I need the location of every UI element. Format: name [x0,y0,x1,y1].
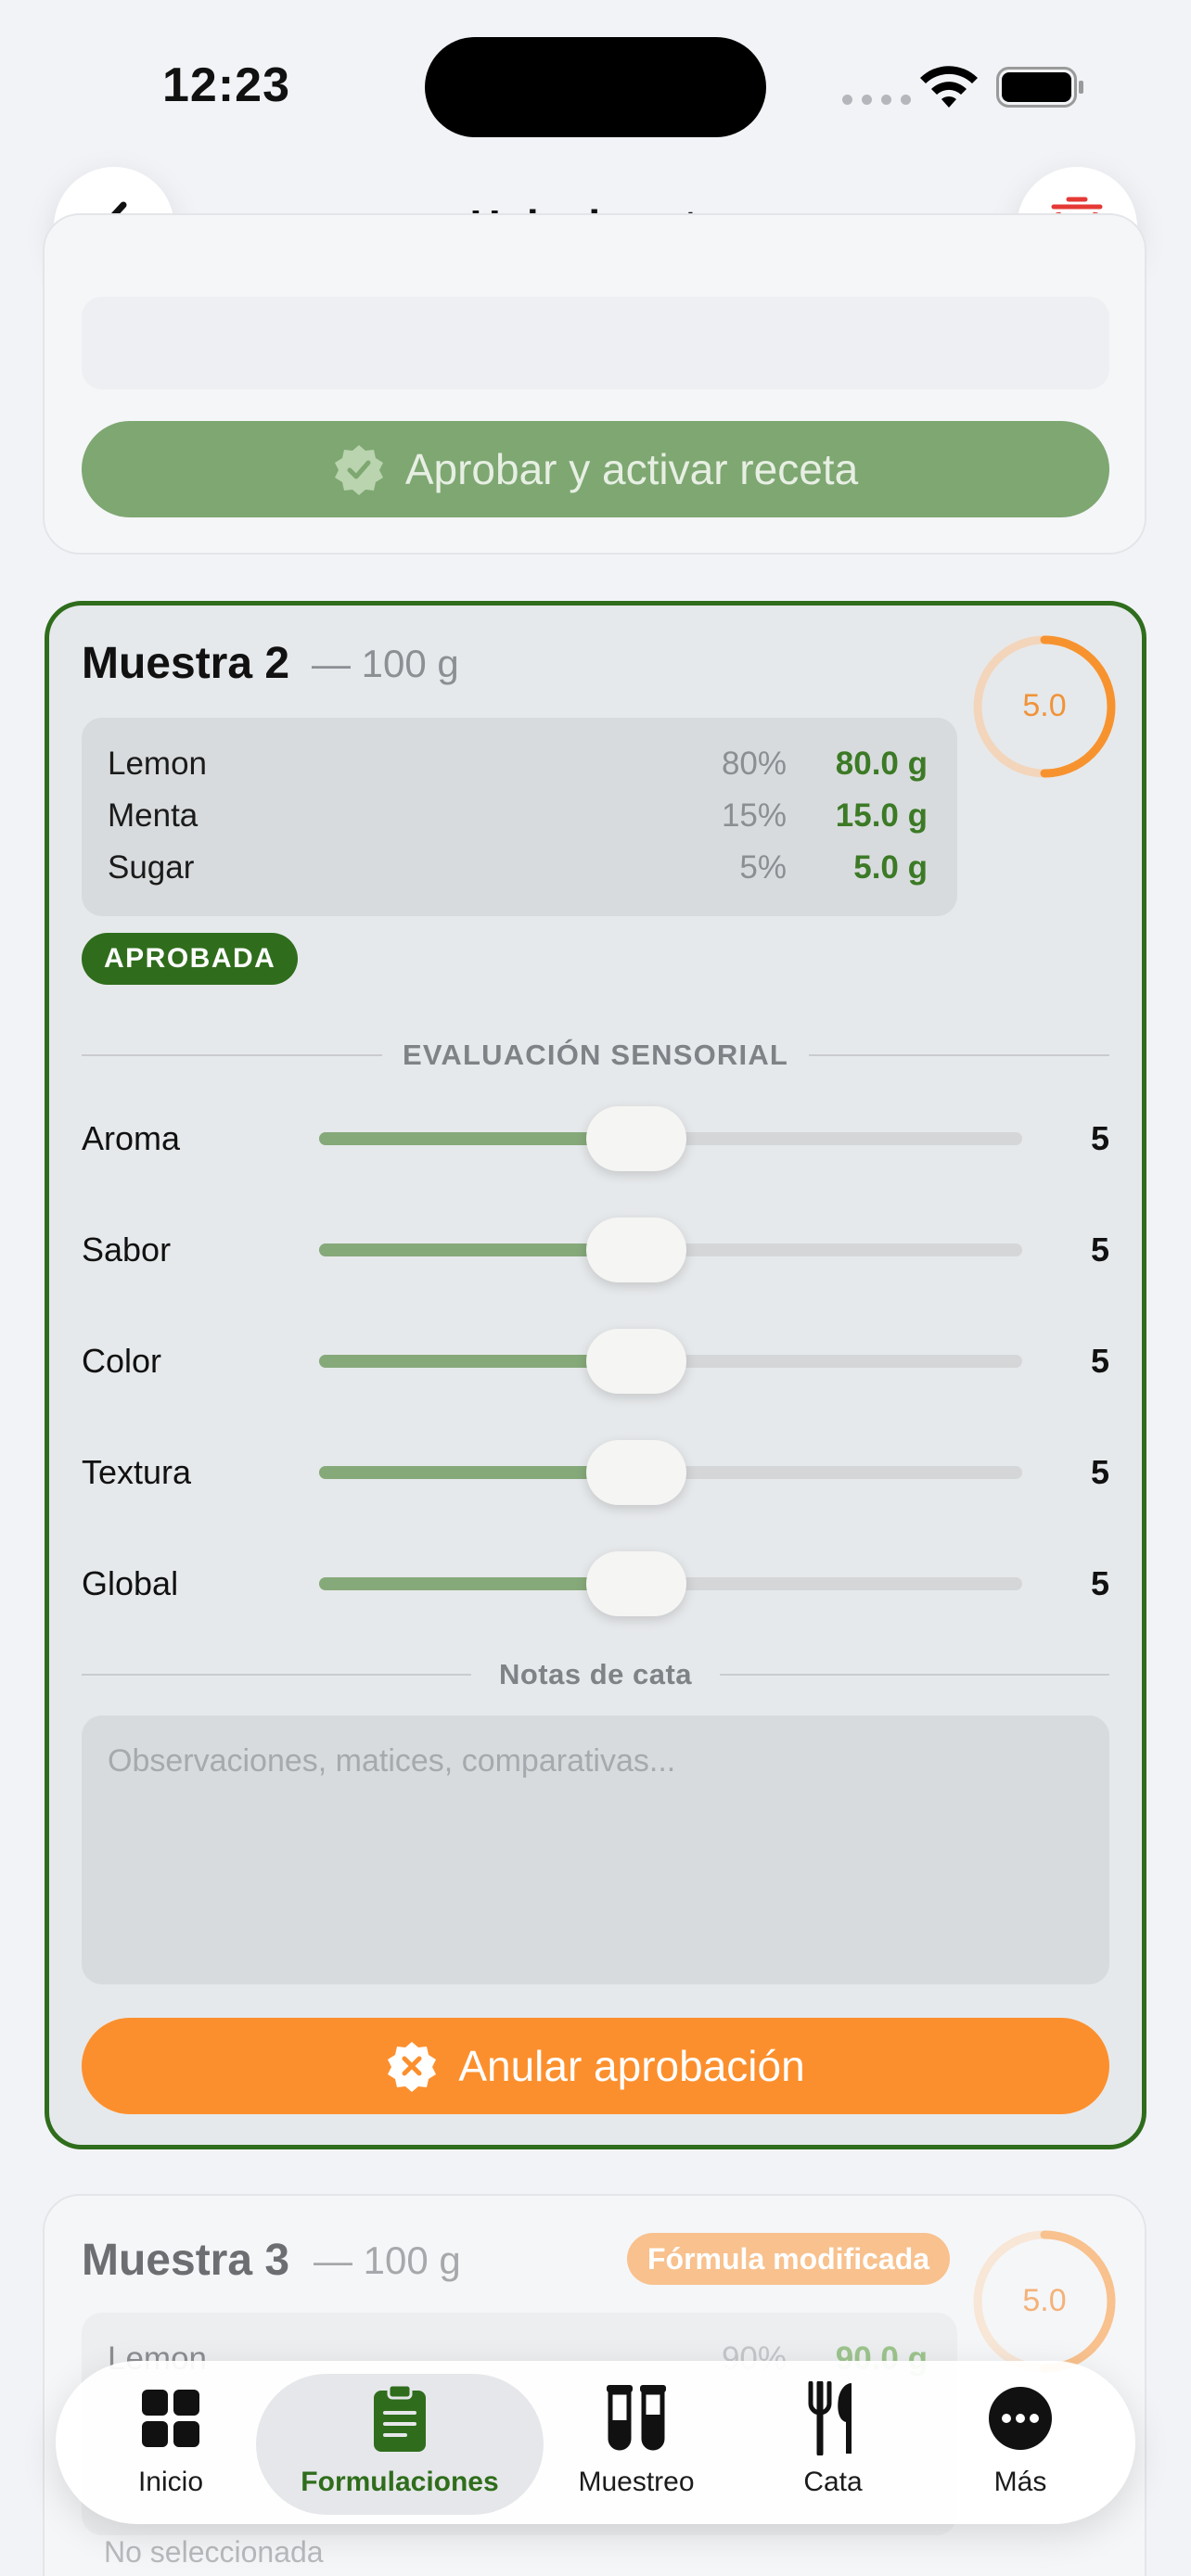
fork-knife-icon [808,2381,852,2455]
ingredient-percent: 80% [721,746,787,782]
grid-icon [142,2390,199,2447]
notes-placeholder: Observaciones, matices, comparativas... [108,1743,676,1779]
more-icon [989,2387,1052,2450]
previous-notes-field[interactable] [82,297,1109,389]
tab-label: Formulaciones [301,2467,499,2497]
attribute-value: 5 [1090,1564,1109,1602]
divider [720,1674,1109,1676]
tab-muestreo[interactable]: Muestreo [562,2383,711,2498]
attribute-value: 5 [1090,1453,1109,1491]
next-sample-weight: — 100 g [314,2238,461,2282]
notes-textarea[interactable]: Observaciones, matices, comparativas... [82,1715,1109,1984]
sample-weight: — 100 g [312,642,459,685]
status-badge: APROBADA [82,933,299,985]
attribute-value: 5 [1090,1119,1109,1157]
sensory-header: EVALUACIÓN SENSORIAL [402,1039,789,1071]
tab-label: Más [993,2467,1047,2497]
attribute-label-sabor: Sabor [82,1231,172,1269]
ingredient-percent: 5% [739,849,787,886]
status-time: 12:23 [162,58,290,112]
attribute-value: 5 [1090,1342,1109,1380]
modified-badge: Fórmula modificada [627,2233,951,2285]
ingredient-grams: 15.0 g [835,797,928,834]
tab-inicio[interactable]: Inicio [119,2383,223,2498]
sample-title: Muestra 2 [82,639,290,688]
ingredient-percent: 15% [721,797,787,834]
divider [82,1054,382,1056]
ingredient-name: Sugar [108,849,195,886]
tab-cata[interactable]: Cata [781,2381,885,2498]
wifi-icon [920,66,978,108]
tab-mas[interactable]: Más [968,2383,1072,2498]
cancel-approval-button[interactable]: Anular aprobación [82,2018,1109,2114]
check-seal-icon [334,445,383,495]
attribute-label-textura: Textura [82,1453,192,1491]
attribute-label-aroma: Aroma [82,1119,181,1157]
notes-header: Notas de cata [498,1658,693,1690]
selection-status: No seleccionada [104,2535,324,2569]
attribute-label-color: Color [82,1342,162,1380]
attribute-value: 5 [1090,1231,1109,1269]
tab-formulaciones[interactable]: Formulaciones [265,2383,534,2498]
ingredient-row: Lemon 80% 80.0 g [108,738,928,790]
ingredient-row: Menta 15% 15.0 g [108,790,928,842]
next-score-value: 5.0 [1022,2283,1067,2318]
approve-activate-button[interactable]: Aprobar y activar receta [82,421,1109,517]
tab-label: Muestreo [578,2467,695,2497]
signal-icon [842,95,911,105]
score-value: 5.0 [1022,688,1067,723]
divider [82,1674,471,1676]
dynamic-island [425,37,766,137]
tab-label: Inicio [137,2467,204,2497]
attribute-label-global: Global [82,1564,179,1602]
aroma-slider-thumb[interactable] [586,1106,686,1171]
next-sample-title: Muestra 3 [82,2236,290,2285]
global-slider-thumb[interactable] [586,1551,686,1616]
approve-label: Aprobar y activar receta [404,445,859,493]
sabor-slider-thumb[interactable] [586,1218,686,1282]
test-tubes-icon [607,2385,666,2451]
ingredient-grams: 5.0 g [853,849,928,886]
color-slider-thumb[interactable] [586,1329,686,1394]
ingredient-grams: 80.0 g [835,746,928,782]
ingredient-name: Lemon [108,746,208,782]
ingredient-name: Menta [108,797,198,834]
cancel-approval-label: Anular aprobación [458,2042,805,2090]
x-seal-icon [388,2042,437,2092]
textura-slider-thumb[interactable] [586,1440,686,1505]
clipboard-icon [374,2383,426,2452]
battery-icon [996,67,1083,108]
divider [809,1054,1109,1056]
ingredient-row: Sugar 5% 5.0 g [108,842,928,894]
tab-label: Cata [803,2467,863,2497]
